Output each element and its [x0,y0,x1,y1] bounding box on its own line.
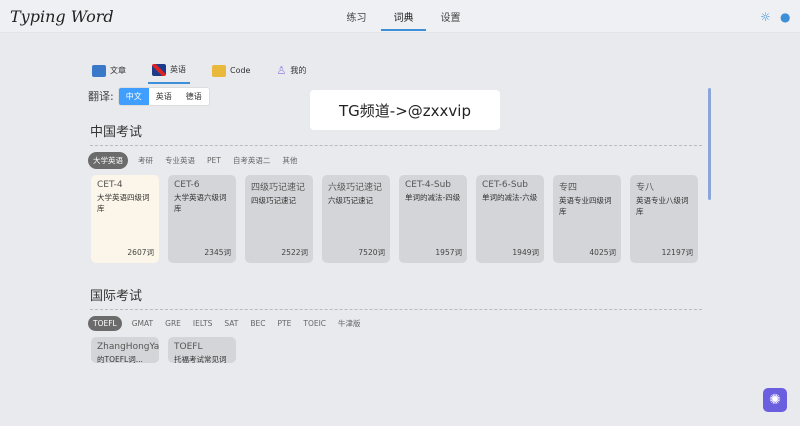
category-tab[interactable]: 其他 [280,153,299,168]
dictionary-card[interactable]: 六级巧记速记 六级巧记速记 7520词 [322,175,390,263]
category-tab[interactable]: 牛津版 [336,316,363,331]
card-name: 六级巧记速记 [328,183,383,193]
dictionary-card[interactable]: TOEFL 托福考试常见词 [168,337,236,363]
card-name: CET-4 [97,180,123,190]
category-tab[interactable]: BEC [248,317,267,330]
card-name: 专八 [636,183,655,193]
card-word-count: 7520词 [358,248,385,257]
dictionary-card[interactable]: CET-6-Sub 单词的减法-六级 1949词 [476,175,544,263]
tab-label: Code [230,66,251,75]
dictionary-card[interactable]: CET-4-Sub 单词的减法-四级 1957词 [399,175,467,263]
card-desc: 英语专业八级词库 [636,196,689,216]
dictionary-card[interactable]: 四级巧记速记 四级巧记速记 2522词 [245,175,313,263]
tab-label: 文章 [110,66,126,75]
dictionary-card[interactable]: CET-6 大学英语六级词库 2345词 [168,175,236,263]
sun-icon[interactable]: ☼ [760,10,771,24]
card-desc: 四级巧记速记 [251,196,296,205]
nav-dictionary[interactable]: 词典 [381,9,426,31]
dictionary-card[interactable]: 专四英语专业四级词库 4025词 [553,175,621,263]
card-name: CET-6 [174,180,200,190]
github-icon[interactable]: ● [780,10,790,24]
scrollbar[interactable] [708,88,711,200]
category-tabs: TOEFL GMAT GRE IELTS SAT BEC PTE TOEIC 牛… [88,316,713,331]
main-nav: 练习 词典 设置 [334,9,473,31]
card-desc: 大学英语四级词库 [97,193,150,213]
translate-label: 翻译: [88,90,114,103]
translate-option-german[interactable]: 德语 [179,88,209,105]
dict-type-tabs: 文章 英语 Code ♙ 我的 [88,60,713,84]
app-logo[interactable]: Typing Word [10,7,114,26]
card-desc: 六级巧记速记 [328,196,373,205]
card-desc: 英语专业四级词库 [559,196,612,216]
dictionary-card[interactable]: CET-4 大学英语四级词库 2607词 [91,175,159,263]
card-name: 专四 [559,183,578,193]
card-name: 四级巧记速记 [251,183,306,193]
category-tab[interactable]: 专业英语 [163,153,197,168]
nav-practice[interactable]: 练习 [334,9,379,31]
flower-icon: ✺ [769,392,781,408]
dictionary-card[interactable]: ZhangHongYa 的TOEFL词... [91,337,159,363]
dictionary-card[interactable]: 专八英语专业八级词库 12197词 [630,175,698,263]
assistant-button[interactable]: ✺ [763,388,787,412]
card-name: ZhangHongYa [97,342,159,352]
category-tab[interactable]: IELTS [191,317,214,330]
card-word-count: 2345词 [204,248,231,257]
nav-settings[interactable]: 设置 [428,9,473,31]
card-desc: 单词的减法-四级 [405,193,461,202]
card-name: CET-6-Sub [482,180,528,190]
card-desc: 托福考试常见词 [174,355,227,363]
card-name: TOEFL [174,342,203,352]
card-word-count: 1957词 [435,248,462,257]
category-tab[interactable]: SAT [222,317,240,330]
card-name: CET-4-Sub [405,180,451,190]
category-tab[interactable]: GMAT [130,317,155,330]
category-tab[interactable]: 大学英语 [88,152,128,169]
card-word-count: 12197词 [661,248,693,257]
tab-label: 我的 [290,66,307,75]
category-tab[interactable]: TOEFL [88,316,122,331]
tab-article[interactable]: 文章 [88,60,130,84]
category-tab[interactable]: 考研 [136,153,155,168]
top-bar: Typing Word 练习 词典 设置 ☼ ● [0,0,800,33]
tab-english[interactable]: 英语 [148,60,190,84]
coder-icon [212,64,226,77]
category-tab[interactable]: 自考英语二 [231,153,273,168]
card-word-count: 2607词 [127,248,154,257]
card-desc: 的TOEFL词... [97,355,143,363]
promo-banner: TG频道->@zxxvip [310,90,500,130]
category-tab[interactable]: PTE [276,317,294,330]
category-tab[interactable]: TOEIC [301,317,328,330]
card-word-count: 4025词 [589,248,616,257]
card-desc: 单词的减法-六级 [482,193,538,202]
category-tab[interactable]: PET [205,154,223,167]
card-word-count: 2522词 [281,248,308,257]
tab-code[interactable]: Code [208,60,254,84]
card-word-count: 1949词 [512,248,539,257]
section-title: 国际考试 [90,285,702,310]
tab-label: 英语 [170,65,186,74]
dictionary-cards: ZhangHongYa 的TOEFL词... TOEFL 托福考试常见词 [91,337,713,363]
dictionary-cards: CET-4 大学英语四级词库 2607词 CET-6 大学英语六级词库 2345词 四级巧记… [91,175,713,263]
translate-option-chinese[interactable]: 中文 [118,87,149,105]
category-tabs: 大学英语 考研 专业英语 PET 自考英语二 其他 [88,152,713,169]
book-icon [92,64,106,77]
translate-option-english[interactable]: 英语 [149,88,179,105]
card-desc: 大学英语六级词库 [174,193,227,213]
category-tab[interactable]: GRE [163,317,183,330]
user-icon: ♙ [276,64,287,77]
uk-flag-icon [152,63,166,76]
tab-mine[interactable]: ♙ 我的 [272,60,310,84]
